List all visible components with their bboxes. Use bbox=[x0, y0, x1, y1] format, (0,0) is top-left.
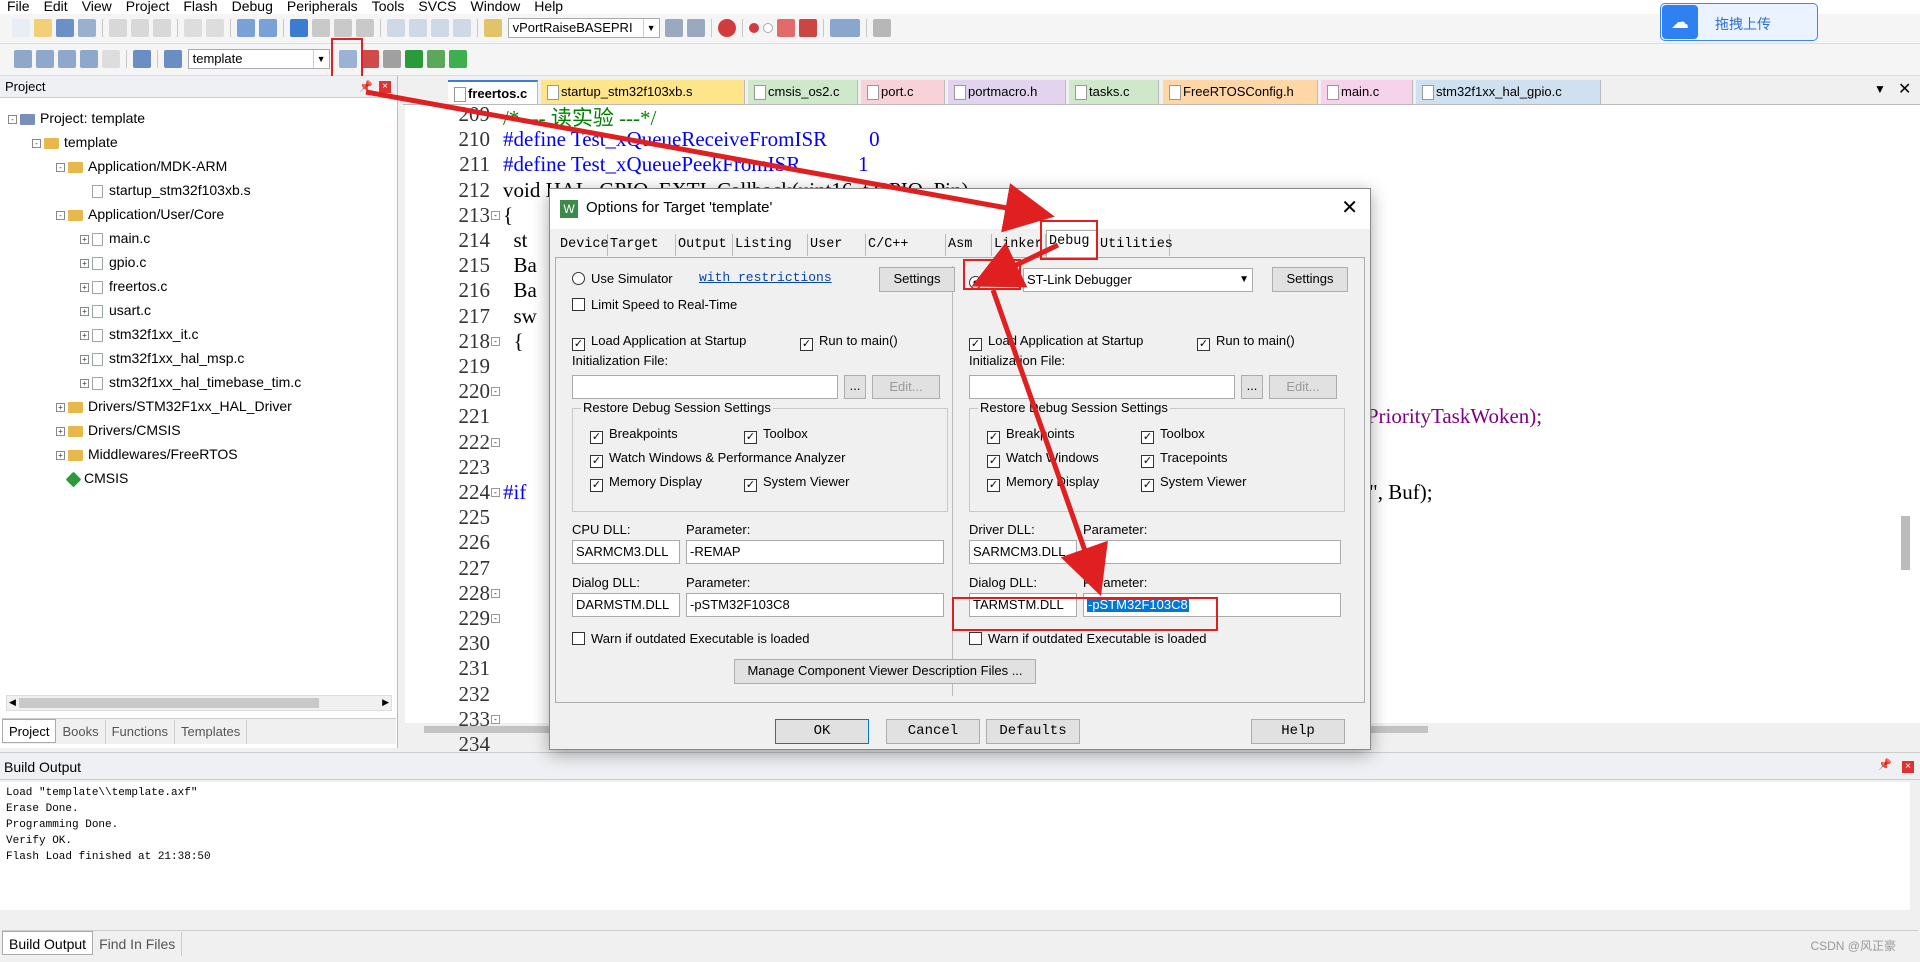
arrow-to-use-radio bbox=[971, 242, 1060, 288]
arrow-to-parameter bbox=[990, 289, 1108, 597]
arrow-to-debug-tab bbox=[365, 89, 1055, 233]
annotation-arrows bbox=[365, 89, 1108, 597]
